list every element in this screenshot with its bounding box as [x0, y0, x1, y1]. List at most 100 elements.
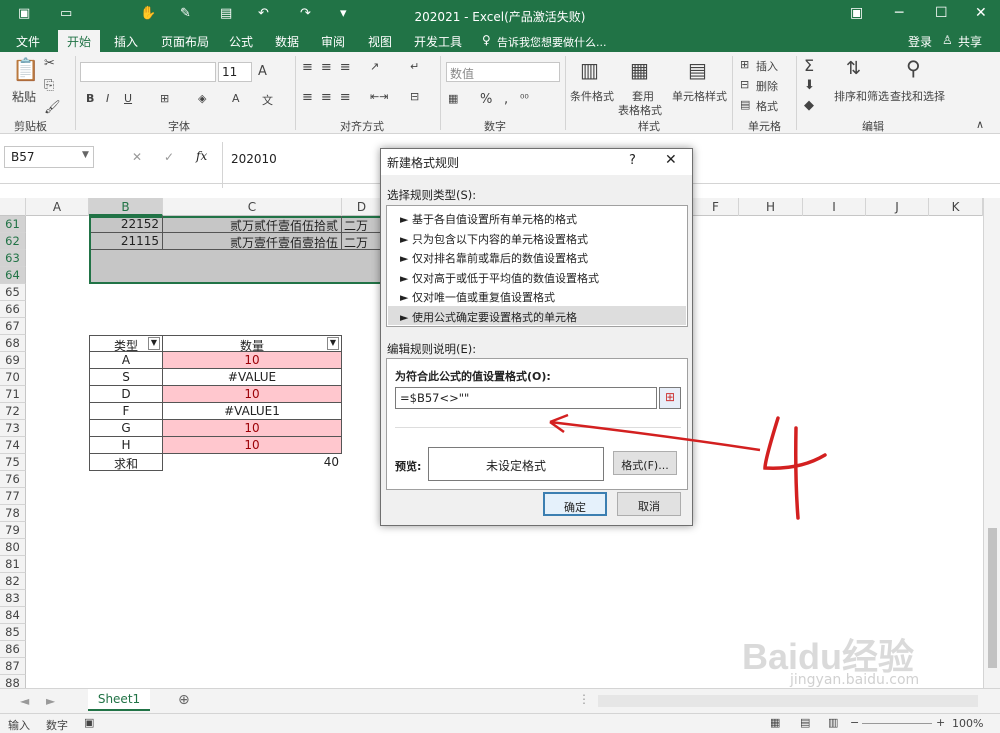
- tab-review[interactable]: 审阅: [321, 33, 345, 50]
- percent-icon[interactable]: %: [480, 92, 492, 107]
- table-cell-qty[interactable]: 10: [162, 420, 342, 437]
- vertical-scrollbar[interactable]: [983, 198, 1000, 688]
- table-sum-label[interactable]: 求和: [89, 454, 163, 471]
- row-header[interactable]: 70: [0, 369, 26, 386]
- tell-me-search[interactable]: 告诉我您想要做什么...: [497, 34, 607, 50]
- row-header[interactable]: 73: [0, 420, 26, 437]
- rule-type-item[interactable]: ► 只为包含以下内容的单元格设置格式: [388, 228, 686, 248]
- comma-icon[interactable]: ,: [504, 92, 508, 107]
- bold-icon[interactable]: B: [86, 92, 94, 105]
- insert-icon[interactable]: ⊞: [740, 58, 749, 71]
- table-cell-qty[interactable]: 10: [162, 352, 342, 369]
- row-header[interactable]: 72: [0, 403, 26, 420]
- indent-icon[interactable]: ⇤⇥: [370, 90, 388, 103]
- row-header[interactable]: 78: [0, 505, 26, 522]
- zoom-level[interactable]: 100%: [952, 717, 983, 730]
- row-header[interactable]: 69: [0, 352, 26, 369]
- cancel-entry-icon[interactable]: ✕: [132, 150, 142, 164]
- horizontal-align-icons[interactable]: ≡≡≡: [302, 90, 359, 105]
- horizontal-scrollbar[interactable]: [598, 695, 978, 707]
- table-cell-qty[interactable]: 10: [162, 437, 342, 454]
- table-cell-type[interactable]: G: [89, 420, 163, 437]
- insert-function-icon[interactable]: fx: [196, 149, 207, 163]
- confirm-entry-icon[interactable]: ✓: [164, 150, 174, 164]
- name-box-dropdown-icon[interactable]: ▼: [82, 150, 89, 160]
- column-header[interactable]: C: [163, 198, 342, 216]
- cell-style-button[interactable]: 单元格样式: [672, 88, 727, 104]
- row-header[interactable]: 76: [0, 471, 26, 488]
- column-header[interactable]: F: [693, 198, 739, 216]
- column-header[interactable]: I: [803, 198, 866, 216]
- tab-page-layout[interactable]: 页面布局: [161, 33, 209, 50]
- delete-icon[interactable]: ⊟: [740, 78, 749, 91]
- row-header[interactable]: 63: [0, 250, 26, 267]
- column-header[interactable]: K: [929, 198, 983, 216]
- rule-type-item[interactable]: ► 仅对高于或低于平均值的数值设置格式: [388, 267, 686, 287]
- grow-font-icon[interactable]: A: [258, 64, 267, 79]
- column-header[interactable]: A: [26, 198, 89, 216]
- copy-icon[interactable]: ⎘: [44, 78, 54, 93]
- row-header[interactable]: 82: [0, 573, 26, 590]
- more-options-icon[interactable]: ⋮: [578, 692, 590, 706]
- cell[interactable]: 22152: [91, 216, 163, 233]
- filter-dropdown-icon[interactable]: ▼: [148, 337, 160, 350]
- cell-style-icon[interactable]: ▤: [688, 58, 707, 82]
- row-header[interactable]: 71: [0, 386, 26, 403]
- orientation-icon[interactable]: ↗: [370, 60, 379, 73]
- column-header[interactable]: B: [89, 198, 163, 216]
- close-icon[interactable]: ✕: [975, 5, 987, 21]
- row-header[interactable]: 74: [0, 437, 26, 454]
- vertical-align-icons[interactable]: ≡≡≡: [302, 60, 359, 75]
- table-cell-type[interactable]: D: [89, 386, 163, 403]
- row-header[interactable]: 84: [0, 607, 26, 624]
- row-header[interactable]: 62: [0, 233, 26, 250]
- paste-icon[interactable]: 📋: [12, 58, 39, 83]
- row-header[interactable]: 86: [0, 641, 26, 658]
- wrap-text-icon[interactable]: ↵: [410, 60, 419, 73]
- rule-type-item-selected[interactable]: ► 使用公式确定要设置格式的单元格: [388, 305, 686, 325]
- fill-icon[interactable]: ⬇: [804, 78, 815, 93]
- font-color-icon[interactable]: A: [232, 92, 240, 105]
- cell[interactable]: 贰万贰仟壹佰伍拾贰: [163, 216, 342, 233]
- row-header[interactable]: 65: [0, 284, 26, 301]
- row-header[interactable]: 80: [0, 539, 26, 556]
- number-format-select[interactable]: 数值: [446, 62, 560, 82]
- table-format-label[interactable]: 表格格式: [618, 102, 662, 118]
- format-cells-button[interactable]: 格式: [756, 98, 778, 114]
- page-break-view-icon[interactable]: ▥: [828, 716, 838, 729]
- row-header[interactable]: 66: [0, 301, 26, 318]
- table-cell-qty[interactable]: #VALUE: [162, 369, 342, 386]
- column-header[interactable]: J: [866, 198, 929, 216]
- tab-file[interactable]: 文件: [16, 33, 40, 50]
- collapse-ribbon-icon[interactable]: ∧: [976, 118, 984, 131]
- maximize-icon[interactable]: ☐: [935, 5, 948, 21]
- fill-color-icon[interactable]: ◈: [198, 92, 206, 105]
- normal-view-icon[interactable]: ▦: [770, 716, 780, 729]
- font-size-select[interactable]: 11: [218, 62, 252, 82]
- merge-icon[interactable]: ⊟: [410, 90, 419, 103]
- border-icon[interactable]: ⊞: [160, 92, 169, 105]
- underline-icon[interactable]: U: [124, 92, 132, 105]
- select-all-corner[interactable]: [0, 198, 26, 216]
- table-cell-qty[interactable]: 10: [162, 386, 342, 403]
- column-header[interactable]: D: [342, 198, 382, 216]
- phonetic-icon[interactable]: 文: [262, 92, 273, 108]
- filter-dropdown-icon[interactable]: ▼: [327, 337, 339, 350]
- sheet-tab-sheet1[interactable]: Sheet1: [88, 689, 150, 711]
- paste-button[interactable]: 粘贴: [12, 88, 36, 105]
- next-sheet-icon[interactable]: ►: [46, 694, 55, 708]
- rule-type-item[interactable]: ► 仅对唯一值或重复值设置格式: [388, 286, 686, 306]
- autosum-icon[interactable]: Σ: [804, 56, 814, 75]
- table-format-icon[interactable]: ▦: [630, 58, 649, 82]
- row-header[interactable]: 64: [0, 267, 26, 284]
- zoom-slider[interactable]: [862, 723, 932, 724]
- cell[interactable]: 二万一: [342, 233, 380, 250]
- column-header[interactable]: H: [739, 198, 803, 216]
- insert-cells-button[interactable]: 插入: [756, 58, 778, 74]
- login-link[interactable]: 登录: [908, 33, 932, 50]
- clear-icon[interactable]: ◆: [804, 98, 814, 113]
- table-cell-type[interactable]: H: [89, 437, 163, 454]
- tab-data[interactable]: 数据: [275, 33, 299, 50]
- page-layout-view-icon[interactable]: ▤: [800, 716, 810, 729]
- conditional-format-button[interactable]: 条件格式: [570, 88, 614, 104]
